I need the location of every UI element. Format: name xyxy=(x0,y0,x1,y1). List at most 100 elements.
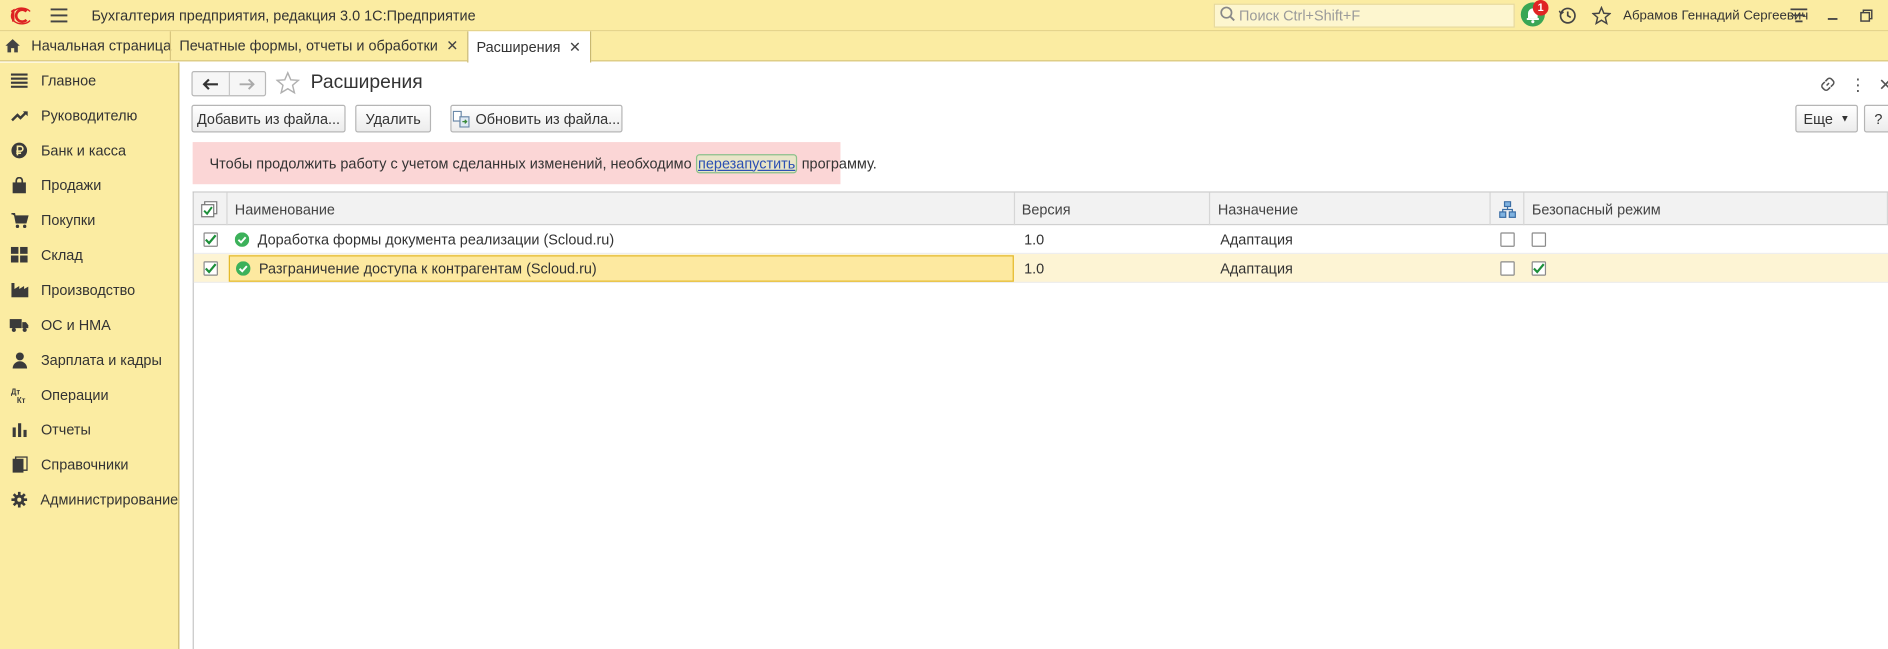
row-name-cell: Доработка формы документа реализации (Sc… xyxy=(228,225,1015,254)
close-tab-icon[interactable]: ✕ xyxy=(446,37,458,54)
warning-text: Чтобы продолжить работу с учетом сделанн… xyxy=(209,153,877,173)
tab-home[interactable]: Начальная страница xyxy=(0,31,172,60)
main-content: Расширения ⋮ ✕ Добавить из файла... Удал… xyxy=(180,62,1888,649)
table-row[interactable]: Доработка формы документа реализации (Sc… xyxy=(193,225,1888,255)
row-purpose-cell: Адаптация xyxy=(1220,260,1293,277)
1c-logo-icon[interactable] xyxy=(5,0,41,31)
main-menu-icon[interactable] xyxy=(43,0,74,31)
sidebar-item-salary[interactable]: Зарплата и кадры xyxy=(0,342,178,377)
sidebar-item-sales[interactable]: Продажи xyxy=(0,167,178,202)
search-input[interactable] xyxy=(1239,7,1504,25)
status-ok-icon xyxy=(234,232,250,247)
status-ok-icon xyxy=(235,261,251,276)
update-from-file-label: Обновить из файла... xyxy=(475,110,621,128)
settings-menu-icon[interactable] xyxy=(1784,1,1813,30)
sidebar-item-label: Продажи xyxy=(40,176,102,194)
column-safe-mode-header[interactable]: Безопасный режим xyxy=(1525,192,1888,226)
restore-window-icon[interactable] xyxy=(1852,1,1881,30)
sidebar-item-fixed-assets[interactable]: ОС и НМА xyxy=(0,307,178,342)
active-checkbox[interactable] xyxy=(203,261,218,276)
close-tab-icon[interactable]: ✕ xyxy=(569,39,581,56)
row-scope-cell xyxy=(1491,225,1525,254)
sidebar-item-label: Руководителю xyxy=(40,106,138,124)
row-safe-mode-cell xyxy=(1525,225,1888,254)
tab-home-label: Начальная страница xyxy=(31,37,172,55)
tab-print-forms[interactable]: Печатные формы, отчеты и обработки ✕ xyxy=(169,31,467,61)
delete-button[interactable]: Удалить xyxy=(355,104,432,133)
favorites-star-icon[interactable] xyxy=(1587,1,1616,30)
checkmark-icon xyxy=(204,234,217,245)
gear-icon xyxy=(10,489,29,508)
sidebar: Главное Руководителю Банк и касса Продаж… xyxy=(0,62,180,649)
column-name-header[interactable]: Наименование xyxy=(228,192,1015,226)
row-name-cell: Разграничение доступа к контрагентам (Sc… xyxy=(228,254,1015,283)
column-purpose-header[interactable]: Назначение xyxy=(1211,192,1491,226)
tab-bar: Начальная страница Печатные формы, отчет… xyxy=(0,31,1888,63)
link-icon[interactable] xyxy=(1816,72,1840,96)
menu-lines-icon xyxy=(10,70,29,89)
active-checkbox[interactable] xyxy=(203,232,218,247)
row-version-cell: 1.0 xyxy=(1024,260,1045,277)
checkmark-icon xyxy=(1533,263,1545,274)
shopping-bag-icon xyxy=(10,175,29,194)
home-icon xyxy=(5,39,21,53)
warehouse-grid-icon xyxy=(10,245,29,264)
sidebar-item-references[interactable]: Справочники xyxy=(0,447,178,482)
back-button[interactable] xyxy=(193,72,229,95)
warning-text-end: программу. xyxy=(797,154,877,172)
column-scope-header[interactable] xyxy=(1491,192,1525,226)
sidebar-item-label: Производство xyxy=(40,281,136,299)
safe-mode-checkbox[interactable] xyxy=(1531,261,1547,276)
warning-text-start: Чтобы продолжить работу с учетом сделанн… xyxy=(209,154,696,172)
arrow-left-icon xyxy=(202,78,218,90)
close-form-icon[interactable]: ✕ xyxy=(1874,72,1888,96)
history-nav xyxy=(191,71,267,97)
safe-mode-checkbox[interactable] xyxy=(1531,232,1547,247)
app-title: Бухгалтерия предприятия, редакция 3.0 1С… xyxy=(91,6,476,24)
add-from-file-button[interactable]: Добавить из файла... xyxy=(191,104,346,133)
column-active-header[interactable] xyxy=(194,192,228,226)
app-window: Бухгалтерия предприятия, редакция 3.0 1С… xyxy=(0,0,1888,649)
notifications-badge: 1 xyxy=(1532,0,1549,16)
notifications-button[interactable]: 1 xyxy=(1520,0,1549,30)
sidebar-item-purchases[interactable]: Покупки xyxy=(0,202,178,237)
sidebar-item-administration[interactable]: Администрирование xyxy=(0,482,178,517)
restart-warning: Чтобы продолжить работу с учетом сделанн… xyxy=(192,142,877,185)
minimize-icon[interactable] xyxy=(1818,1,1847,30)
help-button[interactable]: ? xyxy=(1863,104,1888,133)
history-icon[interactable] xyxy=(1553,1,1582,30)
extension-name: Доработка формы документа реализации (Sc… xyxy=(257,231,615,249)
more-button[interactable]: Еще ▼ xyxy=(1795,104,1858,133)
dt-kt-icon: Дт Кт xyxy=(10,385,29,404)
scope-checkbox[interactable] xyxy=(1500,232,1516,247)
column-version-header[interactable]: Версия xyxy=(1014,192,1211,226)
sidebar-item-manager[interactable]: Руководителю xyxy=(0,98,178,133)
extensions-table: Наименование Версия Назначение Безопасны… xyxy=(192,191,1888,649)
row-active-cell xyxy=(194,225,228,254)
restart-link[interactable]: перезапустить xyxy=(695,153,798,173)
update-file-icon xyxy=(452,110,470,128)
update-from-file-button[interactable]: Обновить из файла... xyxy=(450,104,623,133)
user-name[interactable]: Абрамов Геннадий Сергеевич xyxy=(1623,8,1808,22)
svg-text:Кт: Кт xyxy=(17,395,26,403)
add-to-favorites-icon[interactable] xyxy=(275,71,301,95)
sidebar-item-label: Зарплата и кадры xyxy=(40,350,162,368)
table-row[interactable]: Разграничение доступа к контрагентам (Sc… xyxy=(193,254,1888,283)
global-search[interactable] xyxy=(1213,3,1515,28)
bar-chart-icon xyxy=(10,420,29,439)
row-scope-cell xyxy=(1491,254,1525,283)
tab-label: Расширения xyxy=(476,38,561,56)
tab-extensions[interactable]: Расширения ✕ xyxy=(466,31,591,63)
sidebar-item-operations[interactable]: Дт Кт Операции xyxy=(0,377,178,412)
sidebar-item-label: Администрирование xyxy=(40,490,179,508)
sidebar-item-bank[interactable]: Банк и касса xyxy=(0,132,178,167)
scope-checkbox[interactable] xyxy=(1500,261,1516,276)
forward-button[interactable] xyxy=(228,72,265,96)
more-actions-icon[interactable]: ⋮ xyxy=(1846,72,1870,96)
factory-icon xyxy=(10,280,29,299)
sidebar-item-production[interactable]: Производство xyxy=(0,272,178,307)
sidebar-item-warehouse[interactable]: Склад xyxy=(0,237,178,272)
sidebar-item-reports[interactable]: Отчеты xyxy=(0,412,178,447)
sidebar-item-main[interactable]: Главное xyxy=(0,63,178,98)
row-active-cell xyxy=(194,254,228,283)
